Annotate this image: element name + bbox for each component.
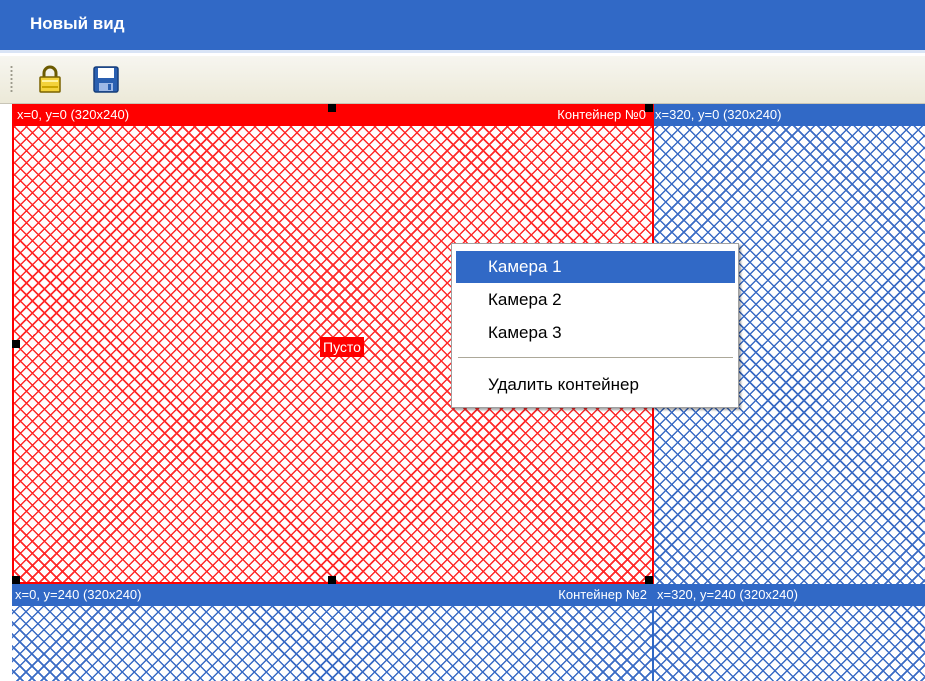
toolbar	[0, 56, 925, 104]
resize-handle-bottom-left[interactable]	[12, 576, 20, 584]
view-title-bar: Новый вид	[0, 0, 925, 53]
lock-button[interactable]	[36, 64, 64, 94]
container-0-status-label: Пусто	[320, 337, 364, 357]
container-0-name: Контейнер №0	[557, 107, 646, 122]
resize-handle-top[interactable]	[328, 104, 336, 112]
container-2[interactable]: x=0, y=240 (320x240) Контейнер №2	[12, 584, 653, 681]
container-0-coords: x=0, y=0 (320x240)	[17, 107, 130, 122]
menu-item-camera-1[interactable]: Камера 1	[456, 251, 735, 283]
container-2-area[interactable]	[12, 606, 653, 681]
resize-handle-left[interactable]	[12, 340, 20, 348]
menu-separator	[458, 357, 733, 359]
context-menu: Камера 1 Камера 2 Камера 3 Удалить конте…	[451, 243, 739, 408]
menu-item-camera-3[interactable]: Камера 3	[456, 317, 735, 349]
container-3-coords: x=320, y=240 (320x240)	[657, 587, 798, 602]
container-3-header: x=320, y=240 (320x240)	[654, 584, 925, 606]
resize-handle-bottom[interactable]	[328, 576, 336, 584]
container-3-area[interactable]	[654, 606, 925, 681]
view-title: Новый вид	[30, 14, 125, 33]
save-icon	[93, 66, 119, 93]
container-2-coords: x=0, y=240 (320x240)	[15, 587, 142, 602]
container-1-header: x=320, y=0 (320x240)	[652, 104, 925, 126]
menu-item-camera-2[interactable]: Камера 2	[456, 284, 735, 316]
resize-handle-top-right[interactable]	[645, 104, 653, 112]
save-button[interactable]	[92, 64, 120, 94]
toolbar-grip[interactable]	[10, 65, 13, 93]
menu-item-delete-container[interactable]: Удалить контейнер	[456, 369, 735, 401]
container-2-name: Контейнер №2	[558, 587, 647, 602]
container-2-header: x=0, y=240 (320x240) Контейнер №2	[12, 584, 653, 606]
container-1-coords: x=320, y=0 (320x240)	[655, 107, 782, 122]
container-3[interactable]: x=320, y=240 (320x240)	[652, 584, 925, 681]
resize-handle-bottom-right[interactable]	[645, 576, 653, 584]
lock-icon	[39, 65, 61, 93]
